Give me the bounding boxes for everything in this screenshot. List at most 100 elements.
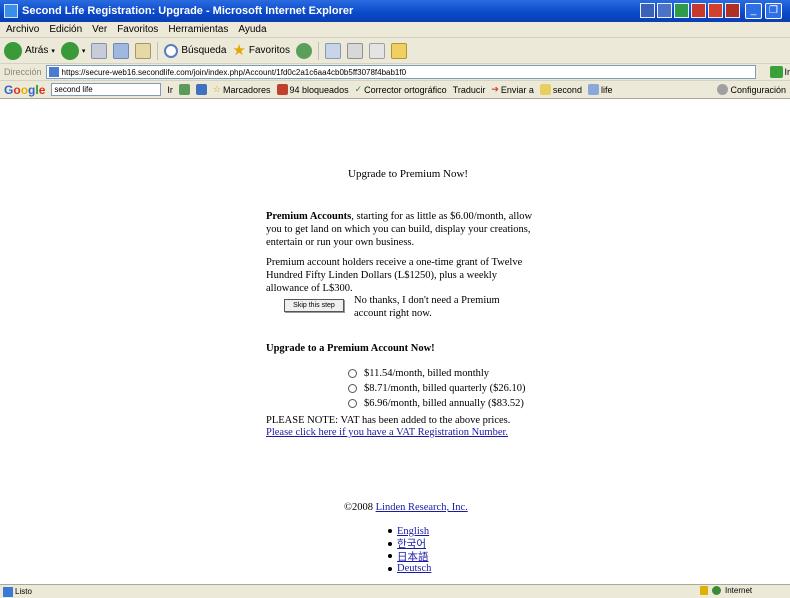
zone-label: Internet <box>725 586 753 595</box>
highlight-term-second[interactable]: second <box>539 84 582 95</box>
edit-icon[interactable] <box>369 42 385 59</box>
bullet <box>388 541 392 546</box>
tray-icon[interactable] <box>674 3 689 18</box>
spellcheck-button[interactable]: ✓ Corrector ortográfico <box>355 84 447 95</box>
plan-option-quarterly[interactable]: $8.71/month, billed quarterly ($26.10) <box>348 381 526 396</box>
page-icon <box>48 67 59 77</box>
vat-registration-link[interactable]: Please click here if you have a VAT Regi… <box>266 427 508 438</box>
menu-archivo[interactable]: Archivo <box>6 24 39 35</box>
back-arrow-icon <box>4 41 22 60</box>
google-search-input[interactable]: second life <box>51 83 162 96</box>
menu-ayuda[interactable]: Ayuda <box>238 24 266 35</box>
refresh-icon[interactable] <box>113 42 130 59</box>
divider <box>318 41 319 60</box>
list-item: 日本語 <box>388 550 431 563</box>
star-icon: ★ <box>232 41 246 59</box>
toolbar: Atrás ▾ ▾ Búsqueda ★ Favoritos <box>0 38 790 64</box>
menu-edicion[interactable]: Edición <box>49 24 82 35</box>
tray-icon[interactable] <box>657 3 672 18</box>
bullet <box>388 566 392 571</box>
linden-research-link[interactable]: Linden Research, Inc. <box>376 502 468 513</box>
menu-ver[interactable]: Ver <box>92 24 107 35</box>
title-bar: Second Life Registration: Upgrade - Micr… <box>0 0 790 22</box>
radio-button[interactable] <box>348 369 357 378</box>
page-content: Upgrade to Premium Now! Premium Accounts… <box>0 100 790 584</box>
forward-button[interactable]: ▾ <box>60 41 86 60</box>
gear-icon <box>717 84 729 95</box>
list-item: Deutsch <box>388 563 431 576</box>
chevron-down-icon: ▾ <box>81 47 86 55</box>
radio-button[interactable] <box>348 384 357 393</box>
skip-description: No thanks, I don't need a Premium accoun… <box>354 295 500 319</box>
plan-option-annual[interactable]: $6.96/month, billed annually ($83.52) <box>348 396 526 411</box>
settings-button[interactable]: Configuración <box>717 84 786 95</box>
skip-step-button[interactable]: Skip this step <box>284 299 344 312</box>
go-button[interactable]: Ir <box>785 67 790 77</box>
mail-icon[interactable] <box>325 42 341 59</box>
radio-button[interactable] <box>348 399 357 408</box>
star-icon: ☆ <box>212 84 221 94</box>
search-icon <box>164 43 179 58</box>
tray-icon[interactable] <box>708 3 723 18</box>
bullet <box>388 529 392 534</box>
search-button[interactable]: Búsqueda <box>164 43 226 58</box>
page-title: Upgrade to Premium Now! <box>348 168 469 180</box>
url-input[interactable]: https://secure-web16.secondlife.com/join… <box>45 65 756 79</box>
tray-icon[interactable] <box>725 3 740 18</box>
bookmarks-button[interactable]: ☆ Marcadores <box>213 84 271 95</box>
premium-heading: Premium Accounts <box>266 211 352 222</box>
restore-button[interactable]: ❐ <box>765 3 782 19</box>
language-list: English 한국어 日本語 Deutsch <box>388 525 431 575</box>
google-icon[interactable] <box>178 84 190 95</box>
check-icon: ✓ <box>354 84 363 94</box>
stop-icon[interactable] <box>91 42 108 59</box>
highlighter-icon <box>539 84 551 95</box>
tray-icon[interactable] <box>640 3 655 18</box>
minimize-button[interactable]: _ <box>745 3 762 19</box>
language-link-german[interactable]: Deutsch <box>397 563 431 574</box>
forward-arrow-icon <box>60 41 79 60</box>
send-icon: ➔ <box>491 84 499 94</box>
lock-icon[interactable] <box>700 586 708 595</box>
google-logo: Google <box>4 82 46 97</box>
vat-note: PLEASE NOTE: VAT has been added to the a… <box>266 415 511 426</box>
search-term-icon <box>587 84 599 95</box>
home-icon[interactable] <box>135 42 152 59</box>
premium-description: Premium Accounts, starting for as little… <box>266 211 533 248</box>
send-to-button[interactable]: ➔ Enviar a <box>491 84 534 95</box>
plan-option-monthly[interactable]: $11.54/month, billed monthly <box>348 366 526 381</box>
highlight-term-life[interactable]: life <box>587 84 612 95</box>
language-link-japanese[interactable]: 日本語 <box>397 549 429 564</box>
menu-favoritos[interactable]: Favoritos <box>117 24 158 35</box>
google-toolbar: Google second life Ir ☆ Marcadores 94 bl… <box>0 81 790 99</box>
print-icon[interactable] <box>347 42 363 59</box>
grant-description: Premium account holders receive a one-ti… <box>266 257 523 294</box>
menu-herramientas[interactable]: Herramientas <box>168 24 228 35</box>
chevron-down-icon: ▾ <box>51 47 55 55</box>
page-rank-icon[interactable] <box>195 84 207 95</box>
ie-icon <box>4 4 18 18</box>
security-zone: Internet <box>700 586 752 595</box>
globe-icon <box>712 586 721 595</box>
go-icon[interactable] <box>769 66 783 78</box>
status-bar: Listo Internet <box>0 584 790 598</box>
language-link-english[interactable]: English <box>397 526 429 537</box>
favorites-button[interactable]: ★ Favoritos <box>232 41 290 59</box>
tray-icon[interactable] <box>691 3 706 18</box>
blocker-icon <box>276 84 288 95</box>
page-status-icon <box>3 586 13 597</box>
menu-bar: Archivo Edición Ver Favoritos Herramient… <box>0 22 790 38</box>
status-text: Listo <box>15 587 32 596</box>
window-title: Second Life Registration: Upgrade - Micr… <box>22 5 354 17</box>
url-text: https://secure-web16.secondlife.com/join… <box>61 67 407 77</box>
folder-icon[interactable] <box>391 42 407 59</box>
plan-options: $11.54/month, billed monthly $8.71/month… <box>348 366 526 411</box>
popup-blocker-button[interactable]: 94 bloqueados <box>276 84 349 95</box>
back-button[interactable]: Atrás ▾ <box>4 41 55 60</box>
translate-button[interactable]: Traducir <box>453 85 486 95</box>
google-go-button[interactable]: Ir <box>167 85 173 95</box>
upgrade-heading: Upgrade to a Premium Account Now! <box>266 343 435 354</box>
bullet <box>388 554 392 559</box>
history-icon[interactable] <box>296 42 312 59</box>
divider <box>157 41 159 60</box>
